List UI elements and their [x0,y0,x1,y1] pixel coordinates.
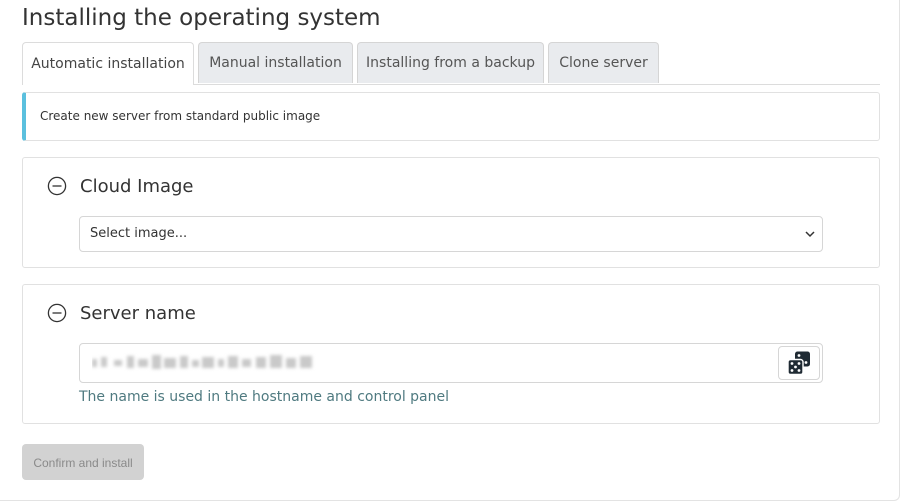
confirm-install-button[interactable]: Confirm and install [22,444,144,480]
cloud-image-title: Cloud Image [80,175,194,197]
chevron-down-icon [805,231,815,238]
info-notice: Create new server from standard public i… [22,92,880,141]
image-select-value: Select image... [90,226,188,241]
generate-name-button[interactable] [778,346,820,380]
server-name-header: Server name [47,301,196,325]
dice-icon [787,351,810,376]
cloud-image-panel: Cloud Image Select image... [22,157,880,268]
tab-automatic-installation[interactable]: Automatic installation [22,42,194,85]
server-name-help-text: The name is used in the hostname and con… [79,389,450,405]
install-method-tabs: Automatic installation Manual installati… [22,42,880,85]
tab-installing-from-backup[interactable]: Installing from a backup [357,42,544,83]
server-name-value-redacted[interactable] [92,351,322,375]
cloud-image-header: Cloud Image [47,174,194,198]
server-name-title: Server name [80,302,196,324]
tab-clone-server[interactable]: Clone server [548,42,659,83]
minus-circle-icon[interactable] [47,303,67,323]
server-name-input[interactable] [79,343,823,383]
tab-manual-installation[interactable]: Manual installation [198,42,353,83]
minus-circle-icon[interactable] [47,176,67,196]
image-select[interactable]: Select image... [79,216,823,252]
page-title: Installing the operating system [22,5,381,31]
server-name-panel: Server name The name is used in the host… [22,284,880,424]
